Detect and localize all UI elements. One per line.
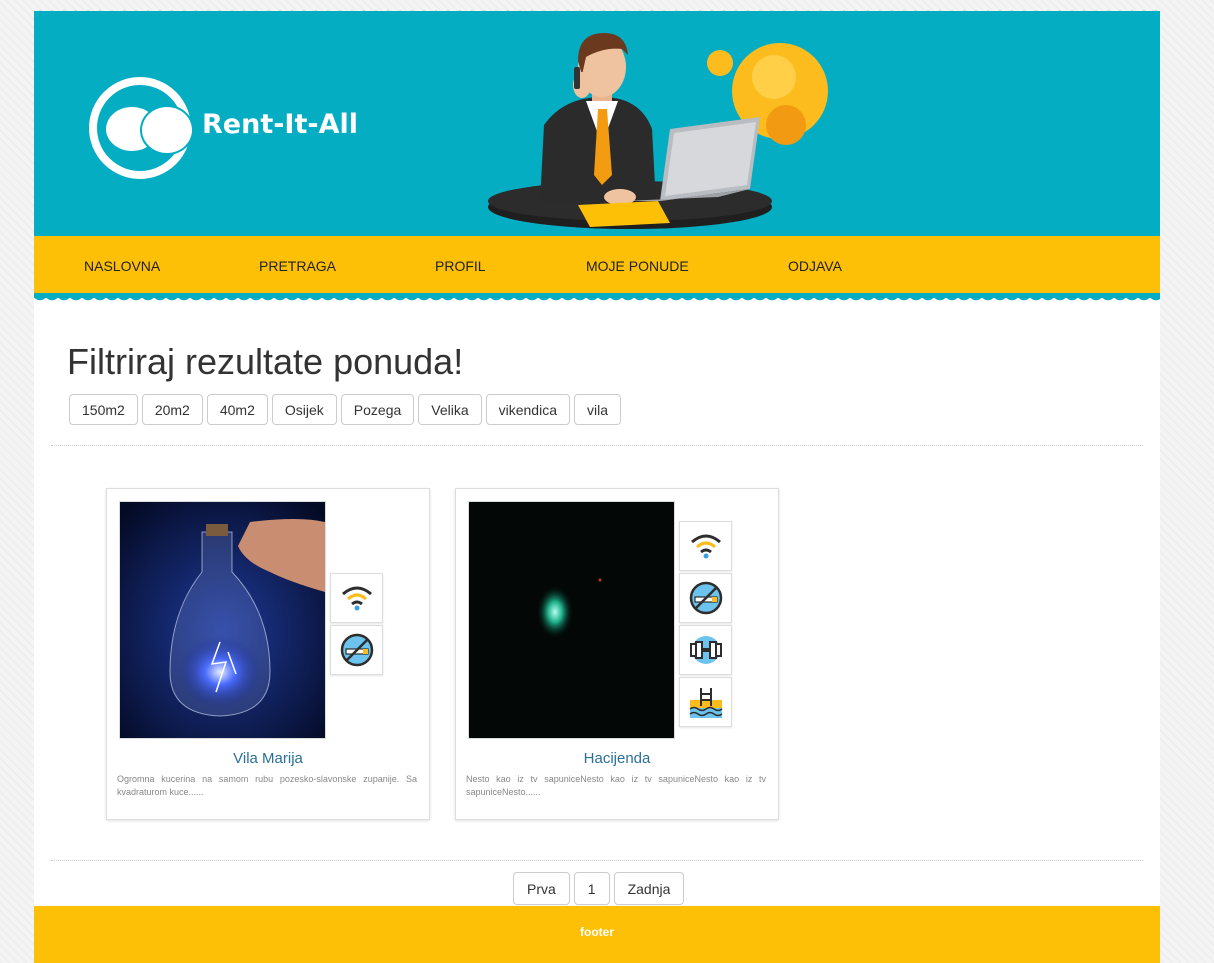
pagination: Prva 1 Zadnja — [513, 872, 685, 905]
main-nav: NASLOVNA PRETRAGA PROFIL MOJE PONUDE ODJ… — [34, 236, 1160, 293]
nav-item-pretraga[interactable]: PRETRAGA — [259, 258, 336, 274]
brand-name[interactable]: Rent-It-All — [202, 109, 358, 140]
listing-title[interactable]: Hacijenda — [456, 750, 778, 767]
divider — [51, 860, 1143, 861]
listing-description: Ogromna kucerina na samom rubu pozesko-s… — [117, 774, 417, 797]
header-banner: Rent-It-All — [34, 5, 1160, 236]
listing-photo[interactable] — [468, 501, 675, 739]
listing-title[interactable]: Vila Marija — [107, 750, 429, 767]
listing-card[interactable]: Vila Marija Ogromna kucerina na samom ru… — [106, 488, 430, 820]
no-smoking-icon — [679, 573, 732, 623]
listing-photo[interactable] — [119, 501, 326, 739]
filter-tag[interactable]: Osijek — [271, 394, 337, 425]
logo-shape-right — [140, 105, 194, 155]
lightning-bottle-image — [120, 502, 325, 738]
pagination-last-button[interactable]: Zadnja — [613, 872, 685, 905]
no-smoking-icon — [330, 625, 383, 675]
nav-item-odjava[interactable]: ODJAVA — [788, 258, 842, 274]
wifi-icon — [679, 521, 732, 571]
pagination-first-button[interactable]: Prva — [513, 872, 570, 905]
filter-tag[interactable]: vila — [574, 394, 622, 425]
scallop-edge-top — [34, 5, 1160, 17]
dark-glow-image — [469, 502, 674, 738]
listing-description: Nesto kao iz tv sapuniceNesto kao iz tv … — [466, 774, 766, 797]
nav-item-moje-ponude[interactable]: MOJE PONUDE — [586, 258, 689, 274]
page: Rent-It-All NASLOVNA PRETRAGA PROFIL MOJ… — [34, 5, 1160, 963]
nav-item-profil[interactable]: PROFIL — [435, 258, 486, 274]
filter-tag[interactable]: 20m2 — [141, 394, 203, 425]
filter-tags: 150m2 20m2 40m2 Osijek Pozega Velika vik… — [69, 394, 622, 425]
businessman-illustration — [488, 33, 828, 229]
filter-tag[interactable]: Pozega — [340, 394, 415, 425]
nav-item-naslovna[interactable]: NASLOVNA — [84, 258, 160, 274]
footer-text: footer — [580, 925, 614, 939]
wifi-icon — [330, 573, 383, 623]
footer: footer — [34, 906, 1160, 963]
pagination-page-button[interactable]: 1 — [573, 872, 610, 905]
listing-card[interactable]: Hacijenda Nesto kao iz tv sapuniceNesto … — [455, 488, 779, 820]
filter-tag[interactable]: vikendica — [485, 394, 570, 425]
gym-icon — [679, 625, 732, 675]
filter-tag[interactable]: 40m2 — [206, 394, 268, 425]
filter-tag[interactable]: Velika — [418, 394, 482, 425]
scallop-edge-bottom — [34, 293, 1160, 307]
page-title: Filtriraj rezultate ponuda! — [67, 341, 464, 382]
pool-icon — [679, 677, 732, 727]
filter-tag[interactable]: 150m2 — [69, 394, 138, 425]
divider — [51, 445, 1143, 446]
